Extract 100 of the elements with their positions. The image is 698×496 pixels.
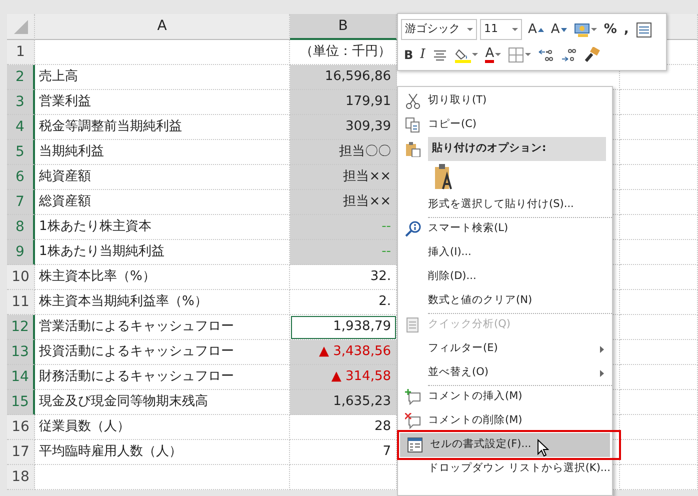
table-cell[interactable] — [620, 340, 698, 365]
table-cell[interactable]: 平均臨時雇用人数（人） — [35, 440, 290, 465]
row-header[interactable]: 12 — [7, 315, 35, 340]
menu-item[interactable]: 挿入(I)... — [398, 241, 612, 265]
row-header[interactable]: 3 — [7, 90, 35, 115]
table-cell[interactable] — [35, 40, 290, 65]
bold-button[interactable]: B — [401, 44, 416, 66]
font-size-dropdown[interactable]: 11 — [480, 19, 522, 40]
table-cell[interactable]: 1,635,23 — [290, 390, 397, 415]
row-header[interactable]: 13 — [7, 340, 35, 365]
menu-item[interactable]: コメントの削除(M) — [398, 409, 612, 433]
table-cell[interactable]: 担当〇〇 — [290, 140, 397, 165]
row-header[interactable]: 17 — [7, 440, 35, 465]
menu-item[interactable]: セルの書式設定(F)... — [400, 433, 610, 457]
table-cell[interactable] — [620, 440, 698, 465]
comment-delete-icon — [405, 413, 421, 429]
row-header[interactable]: 2 — [7, 65, 35, 90]
row-header[interactable]: 18 — [7, 465, 35, 490]
menu-item[interactable]: ドロップダウン リストから選択(K)... — [398, 457, 612, 481]
table-cell[interactable] — [35, 465, 290, 490]
table-cell[interactable] — [620, 465, 698, 490]
table-cell[interactable]: ▲ 3,438,56 — [290, 340, 397, 365]
comment-add-icon — [405, 389, 421, 405]
menu-item[interactable]: 並べ替え(O) — [398, 361, 612, 385]
table-cell[interactable]: 179,91 — [290, 90, 397, 115]
decrease-decimal-icon — [561, 46, 578, 62]
table-cell[interactable] — [620, 415, 698, 440]
menu-item[interactable]: 数式と値のクリア(N) — [398, 289, 612, 313]
font-dropdown[interactable]: 游ゴシック — [401, 19, 477, 40]
select-all-corner[interactable] — [7, 14, 35, 40]
row-header[interactable]: 14 — [7, 365, 35, 390]
font-color-button[interactable]: A — [482, 44, 504, 66]
table-cell[interactable] — [620, 90, 698, 115]
caret-icon — [512, 28, 518, 31]
italic-button[interactable]: I — [417, 44, 428, 66]
table-cell[interactable] — [620, 140, 698, 165]
table-cell[interactable] — [620, 290, 698, 315]
caret-down-icon — [560, 28, 567, 32]
increase-decimal-icon — [538, 46, 554, 62]
column-header[interactable]: B — [290, 14, 397, 40]
scissors-icon — [405, 93, 421, 109]
row-header[interactable]: 6 — [7, 165, 35, 190]
borders-icon — [508, 46, 524, 62]
table-cell[interactable] — [620, 190, 698, 215]
row-header[interactable]: 10 — [7, 265, 35, 290]
row-header[interactable]: 8 — [7, 215, 35, 240]
copy-icon — [405, 117, 421, 133]
quick-analysis-icon — [405, 317, 421, 333]
row-header[interactable]: 4 — [7, 115, 35, 140]
row-header[interactable]: 7 — [7, 190, 35, 215]
caret-icon — [467, 28, 473, 31]
clipboard-icon — [405, 141, 421, 157]
format-painter-icon — [584, 46, 600, 62]
shrink-font-button[interactable]: A — [548, 18, 570, 40]
wrap-text-icon — [636, 22, 652, 38]
column-header[interactable]: A — [35, 14, 290, 40]
currency-format-icon — [574, 22, 590, 38]
grow-font-button[interactable]: A — [525, 18, 547, 40]
table-cell[interactable]: 7 — [290, 440, 397, 465]
menu-item[interactable]: 切り取り(T) — [398, 89, 612, 113]
fill-color-icon — [455, 46, 472, 62]
table-cell[interactable]: 16,596,86 — [290, 65, 397, 90]
submenu-arrow-icon — [600, 346, 604, 352]
table-cell[interactable]: 株主資本当期純利益率（%） — [35, 290, 290, 315]
row-header[interactable]: 11 — [7, 290, 35, 315]
table-cell[interactable]: 309,39 — [290, 115, 397, 140]
row-header[interactable]: 5 — [7, 140, 35, 165]
row-header[interactable]: 16 — [7, 415, 35, 440]
format-button[interactable]: , — [620, 18, 632, 40]
table-cell[interactable] — [620, 165, 698, 190]
table-cell[interactable] — [620, 115, 698, 140]
format-cells-icon — [407, 437, 423, 453]
table-cell[interactable] — [620, 215, 698, 240]
format-button[interactable]: % — [600, 18, 620, 40]
active-cell[interactable]: 1,938,79 — [290, 315, 397, 340]
menu-item[interactable]: フィルター(E) — [398, 337, 612, 361]
table-cell[interactable] — [620, 365, 698, 390]
submenu-arrow-icon — [600, 370, 604, 376]
paste-values-icon[interactable] — [434, 163, 454, 191]
table-cell[interactable]: 担当×× — [290, 165, 397, 190]
caret-up-icon — [538, 28, 544, 32]
row-header[interactable]: 15 — [7, 390, 35, 415]
menu-item[interactable]: 形式を選択して貼り付け(S)... — [398, 193, 612, 217]
table-cell[interactable] — [620, 390, 698, 415]
row-header[interactable]: 1 — [7, 40, 35, 65]
menu-item[interactable]: スマート検索(L) — [398, 217, 612, 241]
table-cell[interactable] — [620, 315, 698, 340]
menu-section-header: 貼り付けのオプション: — [428, 137, 606, 161]
menu-item[interactable]: コピー(C) — [398, 113, 612, 137]
search-icon — [405, 221, 421, 237]
row-header[interactable]: 9 — [7, 240, 35, 265]
table-cell[interactable]: 従業員数（人） — [35, 415, 290, 440]
table-cell[interactable] — [620, 265, 698, 290]
table-cell[interactable]: 担当×× — [290, 190, 397, 215]
corner-triangle-icon — [12, 18, 28, 34]
table-cell[interactable] — [620, 240, 698, 265]
menu-item[interactable]: 削除(D)... — [398, 265, 612, 289]
menu-item[interactable]: コメントの挿入(M) — [398, 385, 612, 409]
table-cell[interactable]: 株主資本比率（%） — [35, 265, 290, 290]
table-cell[interactable]: ▲ 314,58 — [290, 365, 397, 390]
